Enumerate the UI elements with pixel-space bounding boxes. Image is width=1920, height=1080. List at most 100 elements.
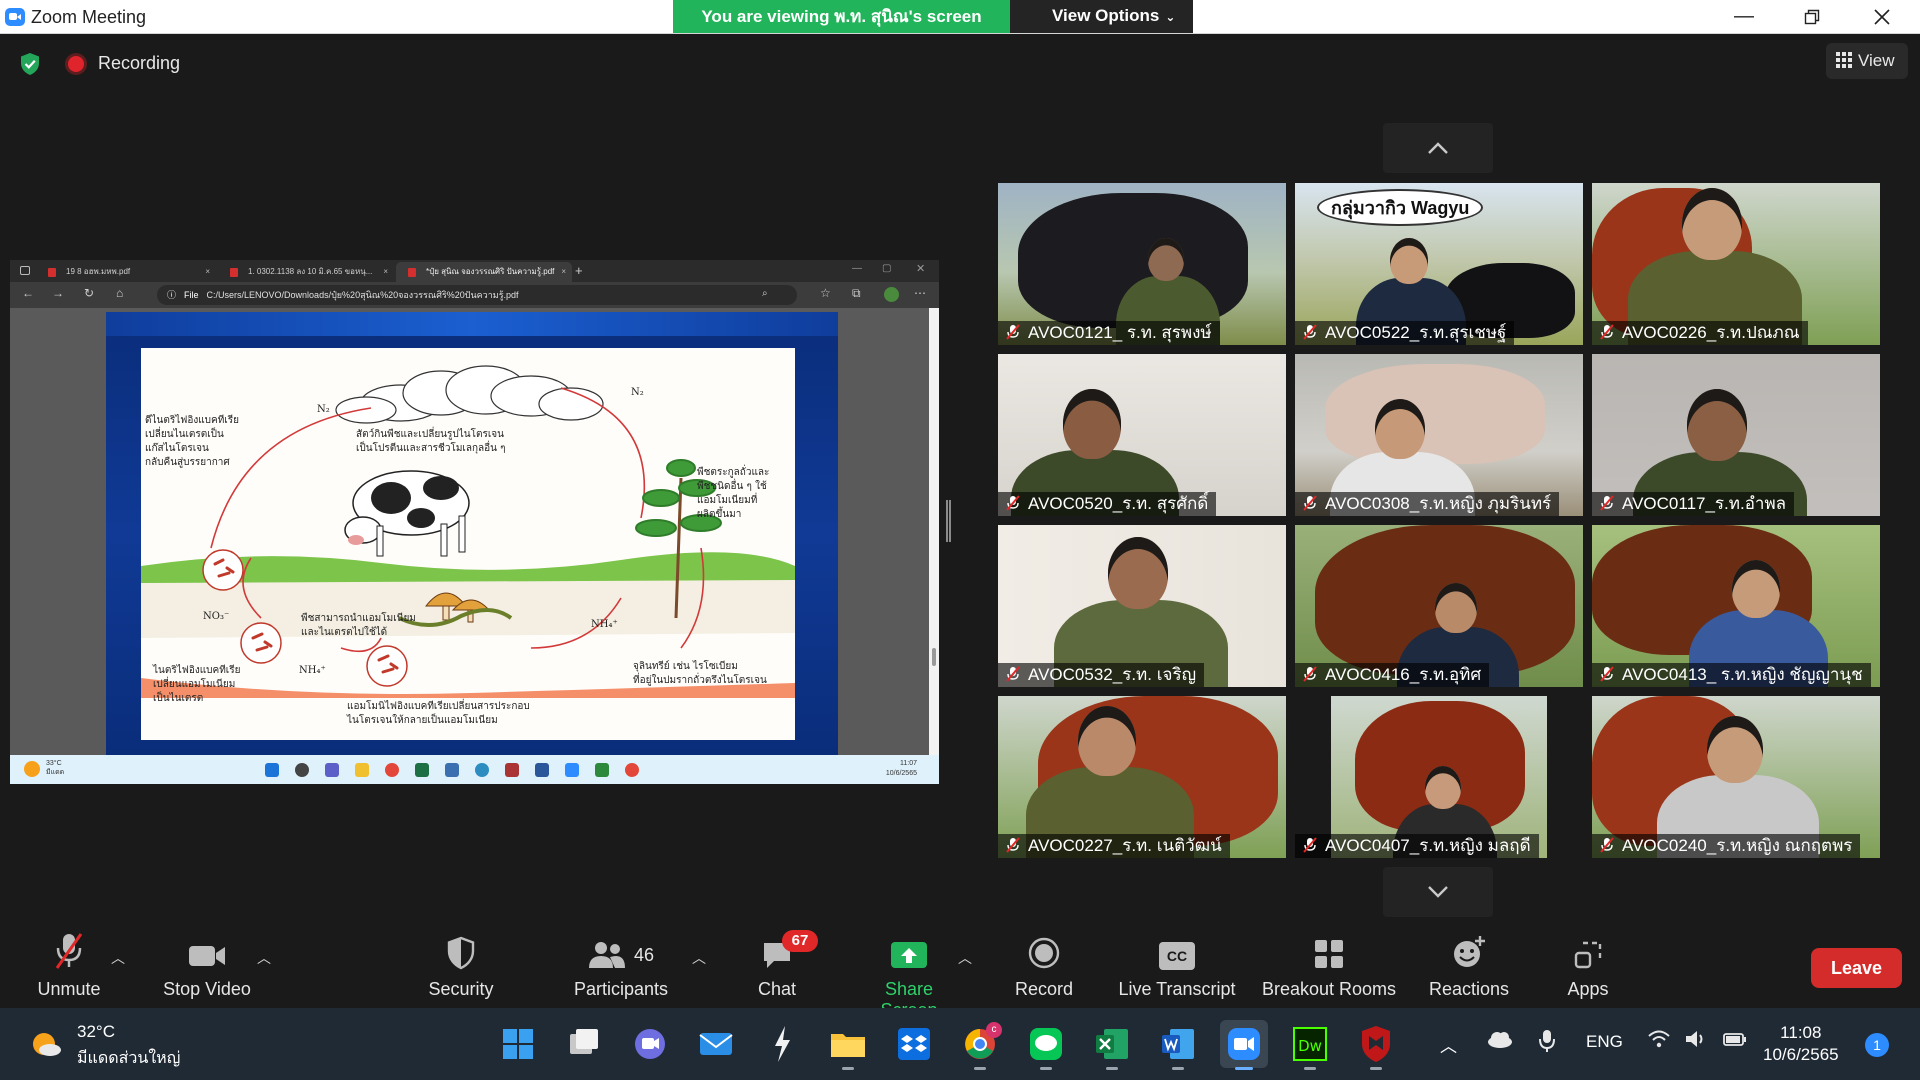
tab-close-icon[interactable]: × bbox=[561, 262, 566, 282]
participant-face bbox=[1682, 188, 1742, 260]
show-hidden-icons[interactable]: ︿ bbox=[1440, 1032, 1457, 1057]
task-view-button[interactable] bbox=[560, 1020, 608, 1068]
teams-chat-button[interactable] bbox=[626, 1020, 674, 1068]
excel-button[interactable] bbox=[1088, 1020, 1136, 1070]
mail-button[interactable] bbox=[692, 1020, 740, 1068]
breakout-rooms-button[interactable]: Breakout Rooms bbox=[1260, 920, 1398, 1008]
start-button[interactable] bbox=[494, 1020, 542, 1068]
wifi-icon[interactable] bbox=[1648, 1029, 1670, 1054]
reload-icon[interactable]: ↻ bbox=[84, 286, 94, 300]
tab-close-icon[interactable]: × bbox=[383, 262, 388, 282]
home-icon[interactable]: ⌂ bbox=[116, 286, 123, 300]
reactions-label: Reactions bbox=[1428, 979, 1510, 999]
maximize-icon[interactable]: ▢ bbox=[882, 263, 891, 274]
muted-mic-icon bbox=[1600, 324, 1614, 340]
participant-tile[interactable]: AVOC0121_ ร.ท. สุรพงษ์ bbox=[998, 183, 1286, 345]
participant-tile[interactable]: AVOC0532_ร.ท. เจริญ bbox=[998, 525, 1286, 687]
remote-time: 11:07 bbox=[900, 760, 917, 767]
participant-tile[interactable]: AVOC0117_ร.ท.อำพล bbox=[1592, 354, 1880, 516]
previous-page-button[interactable] bbox=[1383, 123, 1493, 173]
chrome-button[interactable]: c bbox=[956, 1020, 1004, 1070]
participant-tile[interactable]: AVOC0416_ร.ท.อุทิศ bbox=[1295, 525, 1583, 687]
line-button[interactable] bbox=[1022, 1020, 1070, 1070]
record-button[interactable]: Record bbox=[1010, 920, 1078, 1008]
split-divider-handle[interactable] bbox=[946, 500, 951, 542]
muted-mic-icon bbox=[1303, 666, 1317, 682]
live-transcript-button[interactable]: CC Live Transcript bbox=[1114, 920, 1240, 1008]
restore-button[interactable] bbox=[1778, 0, 1846, 33]
notification-badge[interactable]: 1 bbox=[1865, 1033, 1889, 1057]
participant-name: AVOC0532_ร.ท. เจริญ bbox=[998, 663, 1205, 687]
audio-options-caret-icon[interactable]: ︿ bbox=[111, 948, 125, 968]
close-icon[interactable]: ✕ bbox=[916, 262, 925, 275]
remote-weather: 33°C มีแดด bbox=[46, 760, 64, 778]
view-button[interactable]: View bbox=[1826, 43, 1908, 79]
share-options-caret-icon[interactable]: ︿ bbox=[958, 948, 972, 968]
clock-date: 10/6/2565 bbox=[1763, 1045, 1839, 1064]
more-icon[interactable]: ⋯ bbox=[914, 286, 926, 300]
muted-mic-icon bbox=[1303, 837, 1317, 853]
participant-tile[interactable]: AVOC0227_ร.ท. เนติวัฒน์ bbox=[998, 696, 1286, 858]
collections-icon[interactable]: ⧉ bbox=[852, 286, 861, 301]
reactions-button[interactable]: Reactions bbox=[1426, 920, 1512, 1008]
participants-button[interactable]: 46 Participants bbox=[566, 920, 676, 1008]
volume-icon[interactable] bbox=[1684, 1029, 1708, 1054]
security-button[interactable]: Security bbox=[420, 920, 502, 1008]
onedrive-icon[interactable] bbox=[1486, 1028, 1514, 1055]
scrollbar[interactable] bbox=[929, 308, 939, 755]
zoom-button[interactable] bbox=[1220, 1020, 1268, 1070]
forward-icon[interactable]: → bbox=[52, 286, 64, 300]
favorites-icon[interactable]: ☆ bbox=[820, 286, 831, 300]
participant-tile[interactable]: AVOC0407_ร.ท.หญิง มลฤดี bbox=[1295, 696, 1583, 858]
weather-partly-sunny-icon[interactable] bbox=[30, 1028, 62, 1060]
new-tab-icon[interactable]: + bbox=[575, 263, 583, 278]
folder-icon bbox=[831, 1034, 865, 1057]
participant-name-text: AVOC0532_ร.ท. เจริญ bbox=[1028, 665, 1197, 684]
back-icon[interactable]: ← bbox=[22, 286, 34, 300]
share-screen-button[interactable]: Share Screen bbox=[854, 920, 964, 1020]
participant-tile[interactable]: AVOC0413_ ร.ท.หญิง ชัญญานุช bbox=[1592, 525, 1880, 687]
zoom-icon[interactable]: ⌕ bbox=[762, 288, 768, 299]
url-field[interactable]: ⓘ File C:/Users/LENOVO/Downloads/ปุ๋ย%20สุ… bbox=[157, 285, 797, 305]
running-indicator bbox=[1106, 1067, 1118, 1070]
participant-tile[interactable]: AVOC0308_ร.ท.หญิง ภุมรินทร์ bbox=[1295, 354, 1583, 516]
teams-icon bbox=[325, 763, 339, 777]
slide-caption: พืชสามารถนำแอมโมเนียม และไนเตรตไปใช้ได้ bbox=[301, 613, 416, 638]
participant-tile[interactable]: AVOC0520_ร.ท. สุรศักดิ์ bbox=[998, 354, 1286, 516]
app-button[interactable] bbox=[758, 1020, 806, 1068]
close-button[interactable] bbox=[1848, 0, 1916, 33]
word-button[interactable] bbox=[1154, 1020, 1202, 1070]
participant-tile[interactable]: AVOC0226_ร.ท.ปณภณ bbox=[1592, 183, 1880, 345]
video-options-caret-icon[interactable]: ︿ bbox=[257, 948, 271, 968]
view-options-button[interactable]: View Options ⌄ bbox=[1010, 0, 1193, 33]
minimize-icon[interactable]: — bbox=[852, 263, 862, 274]
stop-video-button[interactable]: Stop Video bbox=[155, 920, 259, 1008]
browser-tab[interactable]: 1. 0302.1138 ลง 10 มิ.ค.65 ขอหนุ... × bbox=[218, 262, 394, 282]
next-page-button[interactable] bbox=[1383, 867, 1493, 917]
security-shield-icon[interactable] bbox=[19, 52, 41, 76]
slide-caption: แอมโมนิไฟอิงแบคทีเรียเปลี่ยนสารประกอบ ไน… bbox=[347, 701, 530, 726]
browser-tab-active[interactable]: *ปุ๋ย สุนิณ จองวรรณศิริ ปันความรู้.pdf × bbox=[396, 262, 572, 282]
leave-button[interactable]: Leave bbox=[1811, 948, 1902, 988]
minimize-button[interactable]: — bbox=[1710, 0, 1778, 33]
participant-tile[interactable]: AVOC0240_ร.ท.หญิง ณกฤตพร bbox=[1592, 696, 1880, 858]
system-clock[interactable]: 11:08 10/6/2565 bbox=[1763, 1022, 1839, 1066]
participant-face bbox=[1108, 537, 1168, 609]
profile-icon[interactable] bbox=[884, 287, 899, 302]
battery-icon[interactable] bbox=[1722, 1029, 1748, 1054]
tab-close-icon[interactable]: × bbox=[205, 262, 210, 282]
language-indicator[interactable]: ENG bbox=[1586, 1032, 1623, 1052]
pdf-icon bbox=[230, 268, 238, 277]
participant-name: AVOC0407_ร.ท.หญิง มลฤดี bbox=[1295, 834, 1539, 858]
file-explorer-button[interactable] bbox=[824, 1020, 872, 1070]
participant-tile[interactable]: กลุ่มวากิว Wagyu AVOC0522_ร.ท.สุรเชษฐ์ bbox=[1295, 183, 1583, 345]
participant-name-text: AVOC0413_ ร.ท.หญิง ชัญญานุช bbox=[1622, 665, 1863, 684]
microphone-icon[interactable] bbox=[1538, 1028, 1556, 1059]
apps-button[interactable]: Apps bbox=[1562, 920, 1614, 1008]
mcafee-button[interactable] bbox=[1352, 1020, 1400, 1070]
dreamweaver-button[interactable]: Dw bbox=[1286, 1020, 1334, 1070]
browser-tab[interactable]: 19 8 อฮพ.มหพ.pdf × bbox=[36, 262, 216, 282]
participants-caret-icon[interactable]: ︿ bbox=[692, 948, 706, 968]
unmute-button[interactable]: Unmute bbox=[26, 920, 112, 1008]
dropbox-button[interactable] bbox=[890, 1020, 938, 1068]
